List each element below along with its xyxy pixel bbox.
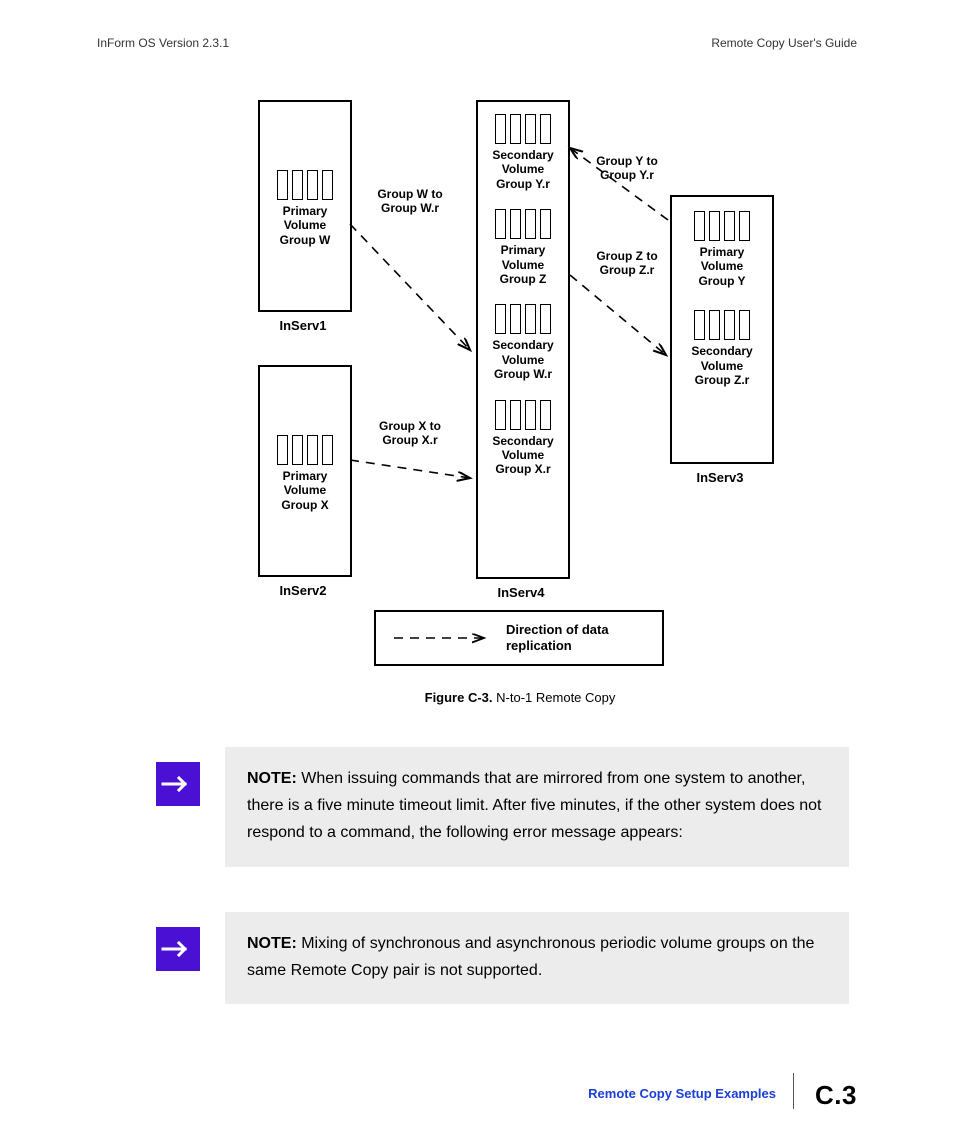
- server-inserv4: Secondary Volume Group Y.r Primary Volum…: [476, 100, 570, 579]
- disk-group-icon: [478, 114, 568, 144]
- volume-group-label: Primary Volume Group Y: [672, 245, 772, 288]
- server-inserv1: Primary Volume Group W: [258, 100, 352, 312]
- footer-separator: [793, 1073, 794, 1109]
- arrow-label-x: Group X toGroup X.r: [360, 420, 460, 448]
- note-box-1: NOTE: When issuing commands that are mir…: [225, 747, 849, 867]
- page: InForm OS Version 2.3.1 Remote Copy User…: [0, 0, 954, 1145]
- arrow-label-z: Group Z toGroup Z.r: [582, 250, 672, 278]
- arrow-label-y: Group Y toGroup Y.r: [582, 155, 672, 183]
- disk-group-icon: [672, 211, 772, 241]
- legend-arrow-icon: [392, 631, 492, 645]
- volume-group-label: Primary Volume Group W: [260, 204, 350, 247]
- volume-group-label: Primary Volume Group X: [260, 469, 350, 512]
- volume-group-label: Secondary Volume Group Y.r: [478, 148, 568, 191]
- disk-group-icon: [260, 170, 350, 200]
- footer-section-link[interactable]: Remote Copy Setup Examples: [588, 1086, 776, 1101]
- disk-group-icon: [478, 304, 568, 334]
- arrow-right-icon: [161, 941, 195, 957]
- note-box-2: NOTE: Mixing of synchronous and asynchro…: [225, 912, 849, 1004]
- figure-caption: Figure C-3. N-to-1 Remote Copy: [240, 690, 800, 705]
- disk-group-icon: [478, 209, 568, 239]
- header-right: Remote Copy User's Guide: [711, 36, 857, 50]
- header-left: InForm OS Version 2.3.1: [97, 36, 229, 50]
- note-icon: [156, 762, 200, 806]
- server-inserv2: Primary Volume Group X: [258, 365, 352, 577]
- volume-group-label: Secondary Volume Group Z.r: [672, 344, 772, 387]
- legend-text: Direction of data replication: [506, 622, 646, 653]
- server-label-inserv1: InServ1: [258, 318, 348, 333]
- arrow-right-icon: [161, 776, 195, 792]
- disk-group-icon: [672, 310, 772, 340]
- server-label-inserv4: InServ4: [476, 585, 566, 600]
- volume-group-label: Primary Volume Group Z: [478, 243, 568, 286]
- server-inserv3: Primary Volume Group Y Secondary Volume …: [670, 195, 774, 464]
- footer-page-number: C.3: [815, 1080, 857, 1111]
- disk-group-icon: [478, 400, 568, 430]
- volume-group-label: Secondary Volume Group W.r: [478, 338, 568, 381]
- disk-group-icon: [260, 435, 350, 465]
- arrow-label-w: Group W toGroup W.r: [360, 188, 460, 216]
- note-icon: [156, 927, 200, 971]
- legend-box: Direction of data replication: [374, 610, 664, 666]
- volume-group-label: Secondary Volume Group X.r: [478, 434, 568, 477]
- server-label-inserv3: InServ3: [670, 470, 770, 485]
- server-label-inserv2: InServ2: [258, 583, 348, 598]
- diagram: Primary Volume Group W InServ1 Primary V…: [240, 100, 800, 680]
